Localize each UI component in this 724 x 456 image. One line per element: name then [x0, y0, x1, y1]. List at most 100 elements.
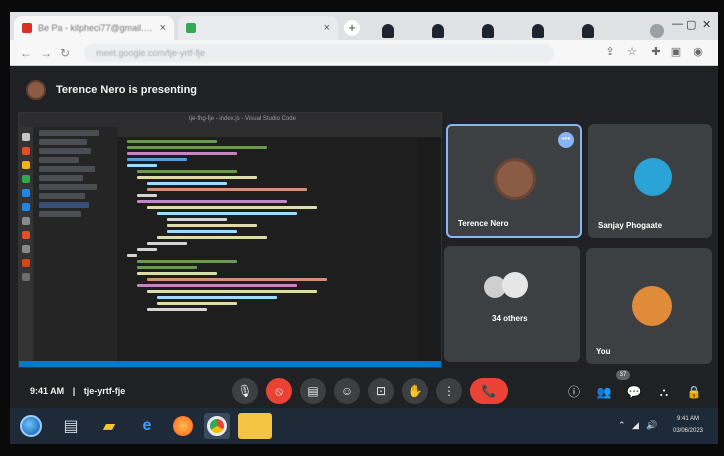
- host-controls-icon[interactable]: 🔒: [686, 384, 702, 400]
- participant-tile-self[interactable]: You: [586, 248, 712, 364]
- forward-icon[interactable]: →: [40, 46, 52, 60]
- screen: Be Pa - kilpheci77@gmail.com × × + — ▢ ✕…: [10, 12, 718, 444]
- close-tab-icon[interactable]: ×: [324, 22, 330, 34]
- microphone-button[interactable]: 🎙: [232, 378, 258, 404]
- people-icon[interactable]: 👥: [596, 384, 612, 400]
- taskbar-clock[interactable]: 9:41 AM 03/06/2023: [666, 413, 710, 437]
- back-icon[interactable]: ←: [20, 46, 32, 60]
- start-button[interactable]: [18, 413, 44, 439]
- address-bar[interactable]: meet.google.com/tje-yrtf-fje: [84, 44, 554, 62]
- bookmark-star-icon[interactable]: ☆: [626, 46, 638, 58]
- meeting-info: 9:41 AM | tje-yrtf-fje: [30, 386, 125, 396]
- separator: |: [72, 386, 76, 396]
- vscode-status-bar: [19, 361, 441, 367]
- windows-taskbar: ▤ ▰ e ⌃ ◢ 🔊 9:41 AM 03/06/2023: [10, 408, 718, 444]
- vscode-explorer: [33, 127, 117, 367]
- extensions-icon: [22, 189, 30, 197]
- camera-off-button[interactable]: ⦸: [266, 378, 292, 404]
- profile-icon[interactable]: ◉: [692, 46, 704, 58]
- edge-icon[interactable]: e: [134, 413, 160, 439]
- activities-icon[interactable]: ⛬: [656, 384, 672, 400]
- shared-screen[interactable]: tje-fhg-fje - index.js - Visual Studio C…: [18, 112, 442, 368]
- meeting-code: tje-yrtf-fje: [83, 386, 126, 396]
- remote-icon: [22, 203, 30, 211]
- more-options-button[interactable]: ⋮: [436, 378, 462, 404]
- raise-hand-button[interactable]: ✋: [402, 378, 428, 404]
- pinned-icon[interactable]: [582, 24, 594, 38]
- participant-name: Terence Nero: [458, 219, 509, 228]
- reload-icon[interactable]: ↻: [60, 46, 70, 60]
- meet-icon: [186, 23, 196, 33]
- vscode-editor-tabs: [117, 127, 441, 137]
- present-button[interactable]: ⊡: [368, 378, 394, 404]
- presenter-avatar: [26, 80, 46, 100]
- participant-avatar: [632, 286, 672, 326]
- chat-icon[interactable]: 💬: [626, 384, 642, 400]
- clock-time: 9:41 AM: [676, 416, 699, 422]
- vscode-code-editor: [117, 137, 417, 361]
- browser-tab-strip: Be Pa - kilpheci77@gmail.com × × + — ▢ ✕: [10, 12, 718, 40]
- participant-avatar: [634, 158, 672, 196]
- browser-tab-meet[interactable]: ×: [178, 16, 338, 40]
- firefox-icon[interactable]: [170, 413, 196, 439]
- vscode-activity-bar: [19, 127, 33, 367]
- reading-list-icon[interactable]: ▣: [670, 46, 682, 58]
- settings-icon: [22, 231, 30, 239]
- more-options-icon[interactable]: •••: [558, 132, 574, 148]
- search-icon: [22, 147, 30, 155]
- volume-icon[interactable]: 🔊: [646, 420, 657, 431]
- participant-avatar: [494, 158, 536, 200]
- task-view-icon[interactable]: ▤: [58, 413, 84, 439]
- participant-avatar: [502, 272, 528, 298]
- vscode-minimap: [417, 137, 441, 361]
- file-explorer-icon[interactable]: ▰: [96, 413, 122, 439]
- app-icon: [22, 259, 30, 267]
- sticky-notes-icon[interactable]: [238, 413, 272, 439]
- presenter-banner-text: Terence Nero is presenting: [56, 84, 198, 96]
- new-tab-button[interactable]: +: [344, 20, 360, 36]
- app-icon: [22, 273, 30, 281]
- participant-tile-sanjay[interactable]: Sanjay Phogaate: [588, 124, 712, 238]
- source-control-icon: [22, 161, 30, 169]
- vscode-title-bar: tje-fhg-fje - index.js - Visual Studio C…: [19, 113, 441, 127]
- participant-tile-others[interactable]: 34 others: [444, 246, 580, 362]
- extension-icon[interactable]: ✚: [650, 46, 662, 58]
- windows-start-icon: [20, 415, 42, 437]
- tray-chevron-icon[interactable]: ⌃: [618, 420, 626, 431]
- participant-tile-terence[interactable]: ••• Terence Nero: [446, 124, 582, 238]
- maximize-icon[interactable]: ▢: [686, 18, 696, 31]
- captions-button[interactable]: ▤: [300, 378, 326, 404]
- terminal-icon: [22, 217, 30, 225]
- pinned-icon[interactable]: [432, 24, 444, 38]
- gmail-icon: [22, 23, 32, 33]
- monitor-bezel: Be Pa - kilpheci77@gmail.com × × + — ▢ ✕…: [0, 0, 724, 456]
- pinned-icon[interactable]: [482, 24, 494, 38]
- participant-name: 34 others: [492, 314, 528, 323]
- participant-name: You: [596, 347, 611, 356]
- account-icon: [22, 245, 30, 253]
- clock-date: 03/06/2023: [672, 428, 704, 434]
- people-count-badge: 37: [616, 370, 630, 380]
- debug-icon: [22, 175, 30, 183]
- leave-call-button[interactable]: 📞: [470, 378, 508, 404]
- tab-title: Be Pa - kilpheci77@gmail.com: [38, 23, 154, 33]
- close-tab-icon[interactable]: ×: [160, 22, 166, 34]
- reactions-button[interactable]: ☺: [334, 378, 360, 404]
- presenter-banner: Terence Nero is presenting: [26, 80, 197, 100]
- browser-toolbar: ← → ↻ meet.google.com/tje-yrtf-fje ⇪ ☆ ✚…: [10, 40, 718, 66]
- network-icon[interactable]: ◢: [632, 420, 639, 431]
- chrome-icon[interactable]: [204, 413, 230, 439]
- pinned-icon[interactable]: [532, 24, 544, 38]
- close-window-icon[interactable]: ✕: [702, 18, 711, 31]
- browser-tab-gmail[interactable]: Be Pa - kilpheci77@gmail.com ×: [14, 16, 174, 40]
- profile-avatar[interactable]: [650, 24, 664, 38]
- participant-name: Sanjay Phogaate: [598, 221, 663, 230]
- meet-page: Terence Nero is presenting tje-fhg-fje -…: [10, 66, 718, 408]
- vscode-window-title: tje-fhg-fje - index.js - Visual Studio C…: [189, 116, 296, 122]
- meeting-details-icon[interactable]: ⓘ: [566, 384, 582, 400]
- share-icon[interactable]: ⇪: [604, 46, 616, 58]
- pinned-icon[interactable]: [382, 24, 394, 38]
- explorer-icon: [22, 133, 30, 141]
- minimize-icon[interactable]: —: [672, 18, 683, 30]
- meeting-time: 9:41 AM: [30, 386, 65, 396]
